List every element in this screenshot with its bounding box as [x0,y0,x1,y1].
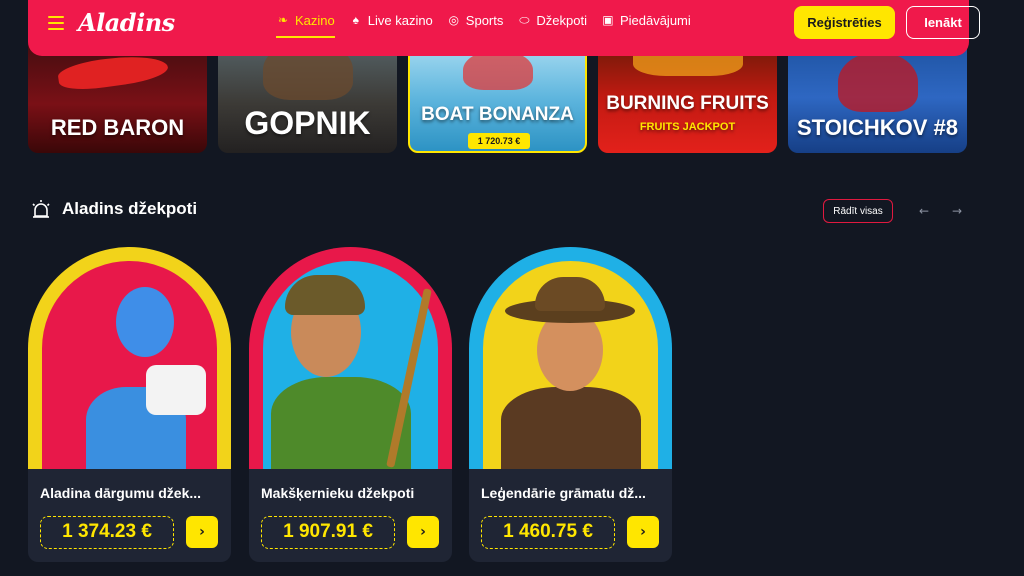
ball-icon: ◎ [448,13,460,27]
section-title: Aladins džekpoti [62,199,198,218]
nav-dzekpoti[interactable]: ⬭ Džekpoti [517,0,587,40]
game-title: BURNING FRUITS [606,93,769,114]
nav-piedavajumi[interactable]: ▣ Piedāvājumi [601,0,691,40]
main-nav: ❧ Kazino ♠ Live kazino ◎ Sports ⬭ Džekpo… [276,0,691,40]
nav-sports[interactable]: ◎ Sports [447,0,504,40]
jackpot-card-fisherman[interactable]: Makšķernieku džekpoti 1 907.91 € › [249,247,452,562]
top-header: Aladins ❧ Kazino ♠ Live kazino ◎ Sports … [28,0,980,56]
jackpot-name: Makšķernieku džekpoti [261,485,415,501]
arrow-right-icon[interactable]: → [948,202,966,220]
money-bag-icon: ⬭ [519,12,530,27]
jackpot-art [249,247,452,469]
game-subtitle: FRUITS JACKPOT [639,121,736,133]
game-title: GOPNIK [244,105,371,141]
game-title: RED BARON [50,115,185,140]
nav-label: Live kazino [367,12,433,28]
chevron-right-icon[interactable]: › [407,516,439,548]
character-top [146,365,206,415]
plane-art [56,50,170,94]
jackpot-art [469,247,672,469]
register-button[interactable]: Reģistrēties [794,6,895,39]
chevron-right-icon[interactable]: › [186,516,218,548]
menu-icon[interactable] [48,16,64,30]
arrow-left-icon[interactable]: ← [915,202,933,220]
nav-label: Džekpoti [536,12,587,28]
character-head [116,287,174,357]
jackpots-heading: Aladins džekpoti [30,198,197,220]
login-button[interactable]: Ienākt [906,6,980,39]
character-body [501,387,641,469]
game-title: STOICHKOV #8 [797,115,958,140]
jackpot-info: Leģendārie grāmatu dž... 1 460.75 € › [469,469,672,562]
jackpot-art [28,247,231,469]
jackpot-card-book[interactable]: Leģendārie grāmatu dž... 1 460.75 € › [469,247,672,562]
jackpot-card-aladdin[interactable]: Aladina dārgumu džek... 1 374.23 € › [28,247,231,562]
cards-icon: ♠ [352,13,359,27]
nav-label: Sports [465,12,504,28]
jackpot-info: Aladina dārgumu džek... 1 374.23 € › [28,469,231,562]
chevron-right-icon[interactable]: › [627,516,659,548]
siren-icon [32,200,50,218]
jackpot-amount: 1 460.75 € [481,516,615,549]
boat-art [462,50,533,90]
nav-label: Piedāvājumi [619,12,691,28]
game-title: BOAT BONANZA [421,104,574,126]
jackpot-amount: 1 907.91 € [261,516,395,549]
player-art [837,52,918,112]
aladins-logo[interactable]: Aladins [78,8,175,37]
gift-icon: ▣ [602,13,614,27]
nav-label: Kazino [295,12,335,28]
jackpot-name: Leģendārie grāmatu dž... [481,485,646,501]
jackpot-info: Makšķernieku džekpoti 1 907.91 € › [249,469,452,562]
jackpot-amount: 1 374.23 € [40,516,174,549]
nav-live-kazino[interactable]: ♠ Live kazino [349,0,433,40]
lamp-icon: ❧ [277,13,289,27]
jackpot-name: Aladina dārgumu džek... [40,485,202,501]
nav-kazino[interactable]: ❧ Kazino [276,0,335,40]
show-all-button[interactable]: Rādīt visas [823,199,893,223]
jackpot-badge: 1 720.73 € [468,133,530,149]
